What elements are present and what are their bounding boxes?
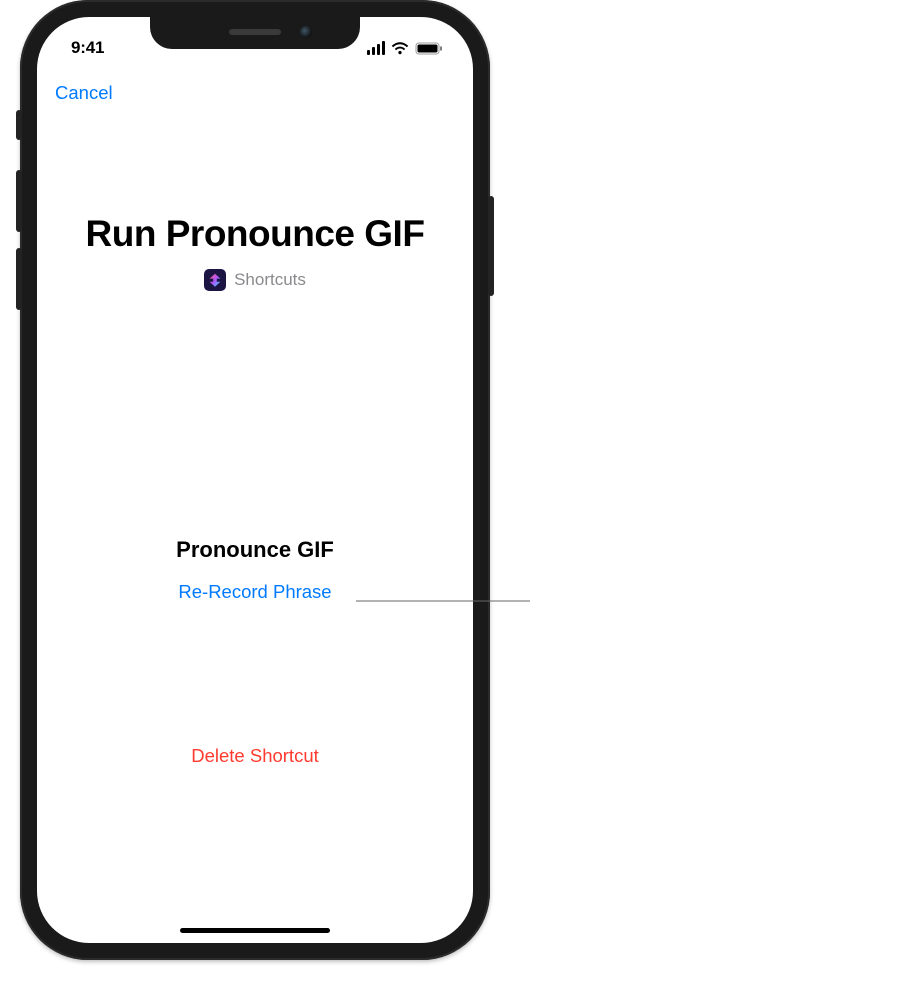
delete-shortcut-button[interactable]: Delete Shortcut	[191, 745, 319, 767]
nav-bar: Cancel	[37, 71, 473, 115]
phrase-section: Pronounce GIF Re-Record Phrase	[176, 537, 334, 603]
app-name-label: Shortcuts	[234, 270, 306, 290]
speaker-grille	[229, 29, 281, 35]
re-record-phrase-button[interactable]: Re-Record Phrase	[176, 581, 334, 603]
wifi-icon	[391, 42, 409, 55]
home-indicator[interactable]	[180, 928, 330, 934]
mute-switch	[16, 110, 22, 140]
page-title: Run Pronounce GIF	[86, 213, 425, 255]
content-area: Run Pronounce GIF	[37, 115, 473, 943]
phrase-title: Pronounce GIF	[176, 537, 334, 563]
volume-down-button	[16, 248, 22, 310]
front-camera	[300, 26, 312, 38]
status-time: 9:41	[63, 38, 104, 58]
side-button	[488, 196, 494, 296]
screen: 9:41 Can	[37, 17, 473, 943]
phone-frame: 9:41 Can	[20, 0, 490, 960]
cellular-signal-icon	[367, 41, 385, 55]
notch	[150, 17, 360, 49]
shortcuts-app-icon	[204, 269, 226, 291]
battery-icon	[415, 42, 443, 55]
cancel-button[interactable]: Cancel	[55, 82, 113, 104]
status-indicators	[367, 41, 447, 55]
app-attribution: Shortcuts	[204, 269, 306, 291]
volume-up-button	[16, 170, 22, 232]
